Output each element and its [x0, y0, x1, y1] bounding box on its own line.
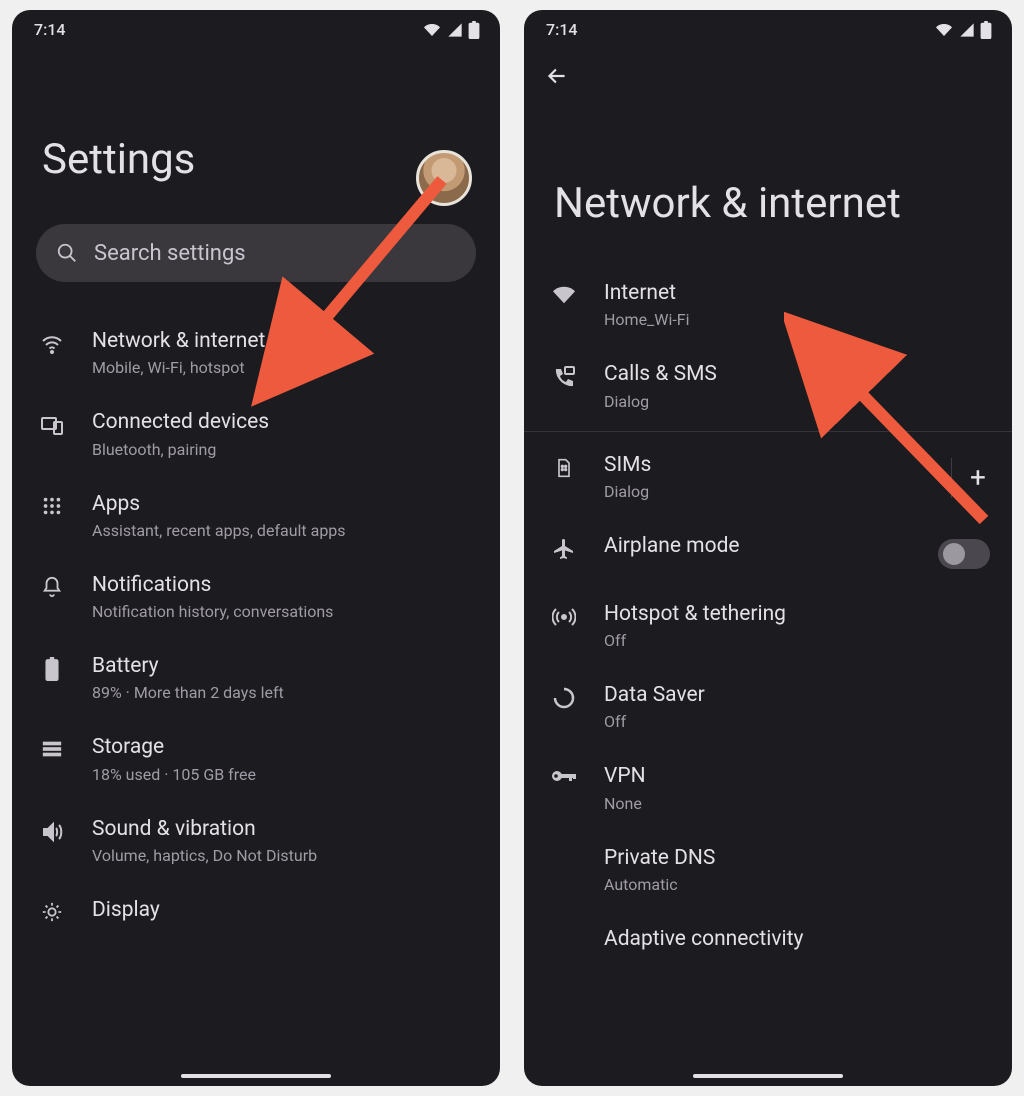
item-title: Private DNS [604, 845, 990, 871]
network-item-private-dns[interactable]: Private DNS Automatic [524, 829, 1012, 910]
signal-status-icon [446, 22, 464, 38]
profile-avatar[interactable] [416, 150, 472, 206]
item-title: Connected devices [92, 409, 478, 435]
page-title: Network & internet [524, 89, 1012, 258]
datasaver-icon [552, 686, 576, 710]
status-icons [422, 21, 480, 39]
back-button[interactable] [524, 45, 1012, 89]
settings-item-connected-devices[interactable]: Connected devices Bluetooth, pairing [12, 393, 500, 474]
network-item-adaptive[interactable]: Adaptive connectivity [524, 910, 1012, 968]
item-title: Calls & SMS [604, 361, 990, 387]
search-settings[interactable]: Search settings [36, 224, 476, 282]
settings-item-battery[interactable]: Battery 89% · More than 2 days left [12, 637, 500, 718]
status-bar: 7:14 [12, 10, 500, 45]
item-title: Adaptive connectivity [604, 926, 990, 952]
item-title: Airplane mode [604, 533, 916, 559]
wifi-status-icon [422, 22, 442, 38]
item-sub: None [604, 794, 990, 813]
sound-icon [40, 820, 64, 844]
item-sub: Home_Wi-Fi [604, 310, 990, 329]
search-icon [56, 242, 78, 264]
settings-list: Network & internet Mobile, Wi-Fi, hotspo… [12, 306, 500, 945]
item-sub: Automatic [604, 875, 990, 894]
item-title: VPN [604, 763, 990, 789]
status-bar: 7:14 [524, 10, 1012, 45]
wifi-status-icon [934, 22, 954, 38]
airplane-toggle[interactable] [938, 539, 990, 569]
wifi-icon [40, 332, 64, 356]
settings-item-notifications[interactable]: Notifications Notification history, conv… [12, 556, 500, 637]
network-item-vpn[interactable]: VPN None [524, 747, 1012, 828]
settings-item-apps[interactable]: Apps Assistant, recent apps, default app… [12, 475, 500, 556]
item-title: Battery [92, 653, 478, 679]
add-sim-button[interactable]: + [966, 466, 990, 490]
network-item-airplane[interactable]: Airplane mode [524, 517, 1012, 585]
item-title: Notifications [92, 572, 478, 598]
network-list: Internet Home_Wi-Fi Calls & SMS Dialog S… [524, 258, 1012, 974]
settings-item-display[interactable]: Display [12, 881, 500, 939]
status-time: 7:14 [546, 20, 578, 39]
divider [524, 431, 1012, 432]
settings-item-storage[interactable]: Storage 18% used · 105 GB free [12, 718, 500, 799]
item-sub: 89% · More than 2 days left [92, 683, 478, 702]
phone-settings: 7:14 Settings Search settings Network & … [12, 10, 500, 1086]
item-title: Storage [92, 734, 478, 760]
item-title: Hotspot & tethering [604, 601, 990, 627]
divider [951, 458, 952, 498]
settings-item-network[interactable]: Network & internet Mobile, Wi-Fi, hotspo… [12, 312, 500, 393]
search-placeholder: Search settings [94, 241, 246, 266]
network-item-calls[interactable]: Calls & SMS Dialog [524, 345, 1012, 426]
display-icon [41, 901, 63, 923]
item-sub: Mobile, Wi-Fi, hotspot [92, 358, 478, 377]
battery-status-icon [468, 21, 480, 39]
home-indicator[interactable] [181, 1074, 331, 1078]
battery-icon [45, 657, 59, 681]
home-indicator[interactable] [693, 1074, 843, 1078]
item-title: Display [92, 897, 478, 923]
settings-item-sound[interactable]: Sound & vibration Volume, haptics, Do No… [12, 800, 500, 881]
vpn-key-icon [551, 767, 577, 785]
calls-icon [552, 365, 576, 389]
airplane-icon [552, 537, 576, 561]
network-item-sims[interactable]: SIMs Dialog + [524, 436, 1012, 517]
bell-icon [41, 576, 63, 598]
status-time: 7:14 [34, 20, 66, 39]
item-sub: Bluetooth, pairing [92, 440, 478, 459]
status-icons [934, 21, 992, 39]
network-item-hotspot[interactable]: Hotspot & tethering Off [524, 585, 1012, 666]
item-sub: Off [604, 631, 990, 650]
hotspot-icon [552, 605, 576, 629]
signal-status-icon [958, 22, 976, 38]
item-sub: 18% used · 105 GB free [92, 765, 478, 784]
item-sub: Assistant, recent apps, default apps [92, 521, 478, 540]
network-item-datasaver[interactable]: Data Saver Off [524, 666, 1012, 747]
storage-icon [41, 738, 63, 760]
item-sub: Dialog [604, 392, 990, 411]
wifi-solid-icon [551, 284, 577, 306]
item-title: Apps [92, 491, 478, 517]
item-sub: Volume, haptics, Do Not Disturb [92, 846, 478, 865]
item-title: Internet [604, 280, 990, 306]
item-title: Data Saver [604, 682, 990, 708]
item-title: SIMs [604, 452, 929, 478]
battery-status-icon [980, 21, 992, 39]
item-title: Sound & vibration [92, 816, 478, 842]
item-sub: Notification history, conversations [92, 602, 478, 621]
devices-icon [40, 413, 64, 437]
apps-icon [41, 495, 63, 517]
item-sub: Off [604, 712, 990, 731]
sim-icon [554, 456, 574, 480]
item-sub: Dialog [604, 482, 929, 501]
back-arrow-icon [544, 63, 570, 89]
phone-network: 7:14 Network & internet Internet Home_Wi… [524, 10, 1012, 1086]
item-title: Network & internet [92, 328, 478, 354]
network-item-internet[interactable]: Internet Home_Wi-Fi [524, 264, 1012, 345]
